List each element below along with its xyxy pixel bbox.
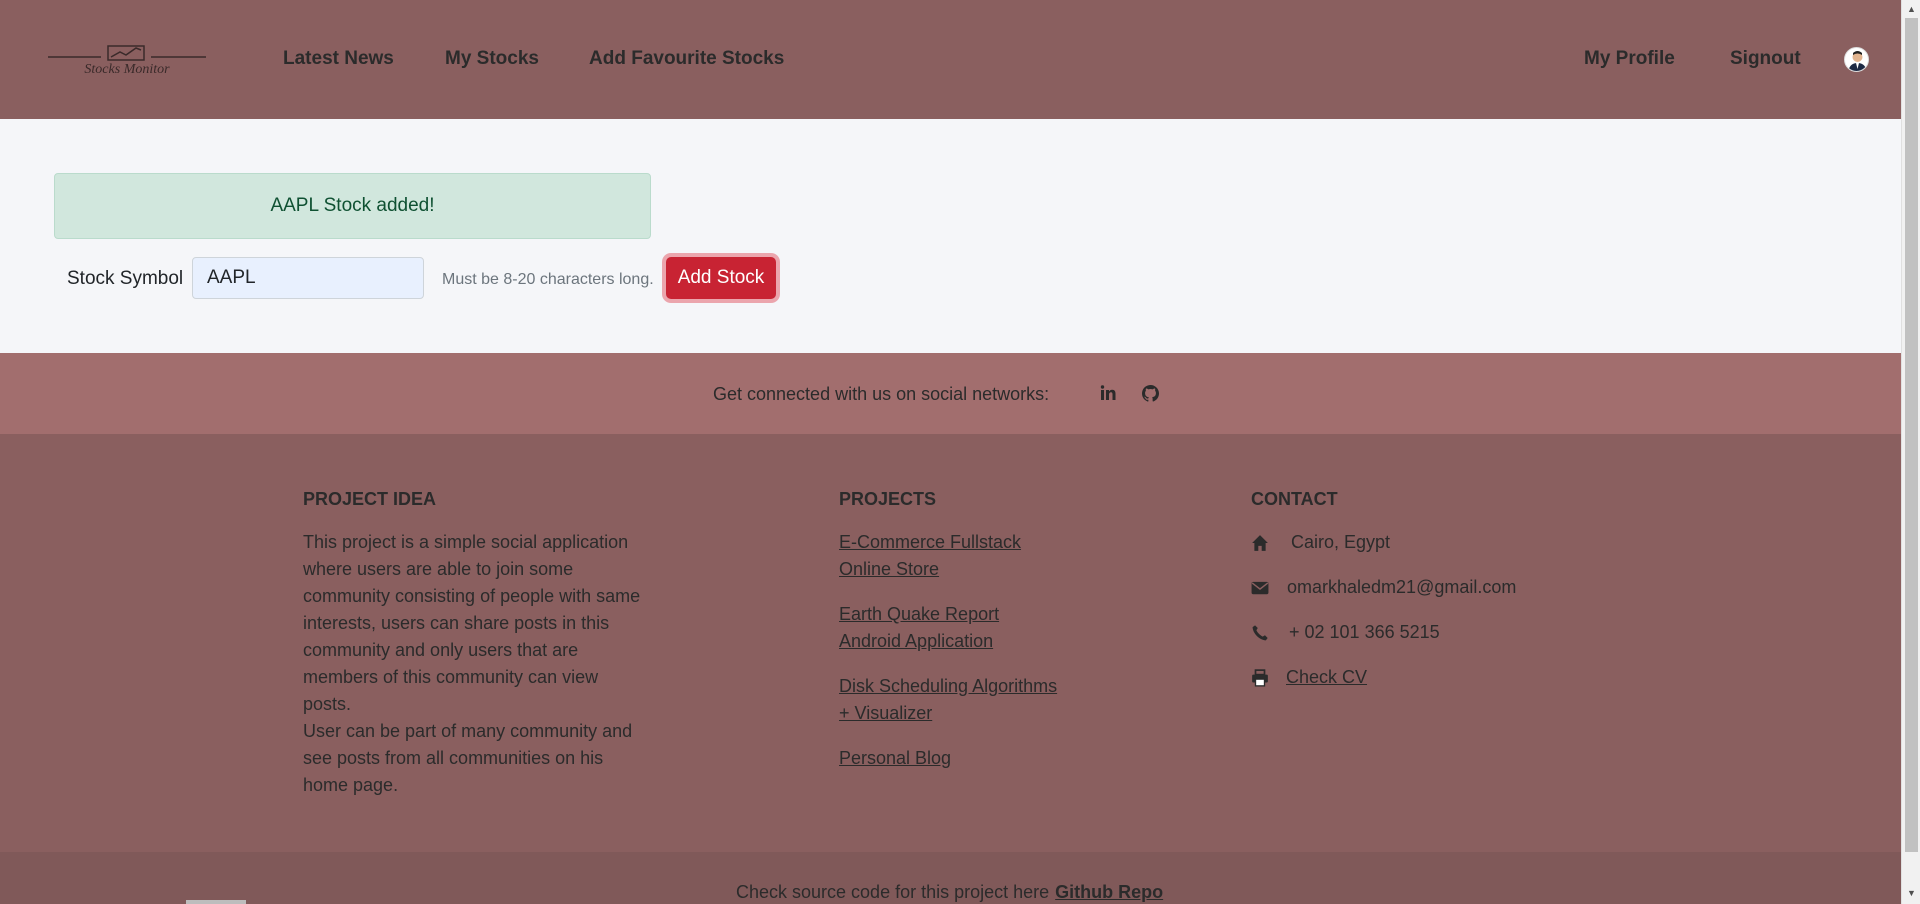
footer: PROJECT IDEA This project is a simple so… (0, 434, 1901, 852)
project-link-disk-scheduling[interactable]: Disk Scheduling Algorithms + Visualizer (839, 673, 1057, 727)
stock-symbol-input[interactable] (192, 257, 424, 299)
contact-phone: + 02 101 366 5215 (1251, 622, 1501, 644)
logo[interactable]: Stocks Monitor (46, 44, 208, 78)
project-idea-text: This project is a simple social applicat… (303, 532, 641, 795)
contact-title: CONTACT (1251, 489, 1338, 509)
alert-message: AAPL Stock added! (270, 195, 435, 216)
nav-latest-news[interactable]: Latest News (283, 48, 394, 70)
main-content: AAPL Stock added! Stock Symbol Must be 8… (0, 119, 1901, 353)
check-cv-link[interactable]: Check CV (1286, 667, 1367, 688)
navbar: Stocks Monitor Latest News My Stocks Add… (0, 0, 1901, 119)
success-alert: AAPL Stock added! (54, 173, 651, 239)
vertical-scrollbar[interactable]: ▲ ▼ (1901, 0, 1920, 904)
bottom-text: Check source code for this project here G… (736, 882, 1164, 902)
contact-email: omarkhaledm21@gmail.com (1251, 577, 1551, 599)
social-text: Get connected with us on social networks… (713, 384, 1050, 404)
stock-symbol-label: Stock Symbol (67, 268, 184, 289)
envelope-icon (1251, 581, 1269, 595)
horizontal-scroll-thumb[interactable] (186, 900, 246, 904)
nav-my-stocks[interactable]: My Stocks (445, 48, 539, 70)
phone-icon (1252, 625, 1268, 641)
nav-signout[interactable]: Signout (1730, 48, 1801, 70)
social-bar: Get connected with us on social networks… (0, 353, 1901, 434)
github-repo-link[interactable]: Github Repo (1055, 882, 1163, 902)
projects-title: PROJECTS (839, 489, 937, 509)
project-link-personal-blog[interactable]: Personal Blog (839, 745, 951, 772)
contact-address: Cairo, Egypt (1251, 532, 1451, 554)
nav-my-profile[interactable]: My Profile (1584, 48, 1675, 70)
logo-text: Stocks Monitor (84, 62, 170, 77)
linkedin-icon[interactable] (1097, 382, 1119, 404)
project-link-ecommerce[interactable]: E-Commerce Fullstack Online Store (839, 529, 1021, 583)
scroll-thumb[interactable] (1905, 18, 1918, 852)
add-stock-button[interactable]: Add Stock (666, 257, 776, 299)
home-icon (1252, 535, 1268, 551)
stock-symbol-hint: Must be 8-20 characters long. (442, 271, 654, 288)
print-icon (1252, 669, 1268, 687)
page: Stocks Monitor Latest News My Stocks Add… (0, 0, 1901, 904)
scroll-down-arrow[interactable]: ▼ (1907, 888, 1916, 898)
contact-cv: Check CV (1251, 667, 1451, 689)
scroll-up-arrow[interactable]: ▲ (1907, 4, 1916, 14)
project-idea-title: PROJECT IDEA (303, 489, 437, 509)
project-link-earthquake[interactable]: Earth Quake Report Android Application (839, 601, 999, 655)
github-icon[interactable] (1139, 382, 1161, 404)
nav-add-favourite-stocks[interactable]: Add Favourite Stocks (589, 48, 784, 70)
avatar-icon (1848, 51, 1867, 71)
add-stock-form: Stock Symbol Must be 8-20 characters lon… (54, 257, 814, 303)
avatar[interactable] (1844, 47, 1869, 72)
bottom-bar: Check source code for this project here G… (0, 852, 1901, 904)
